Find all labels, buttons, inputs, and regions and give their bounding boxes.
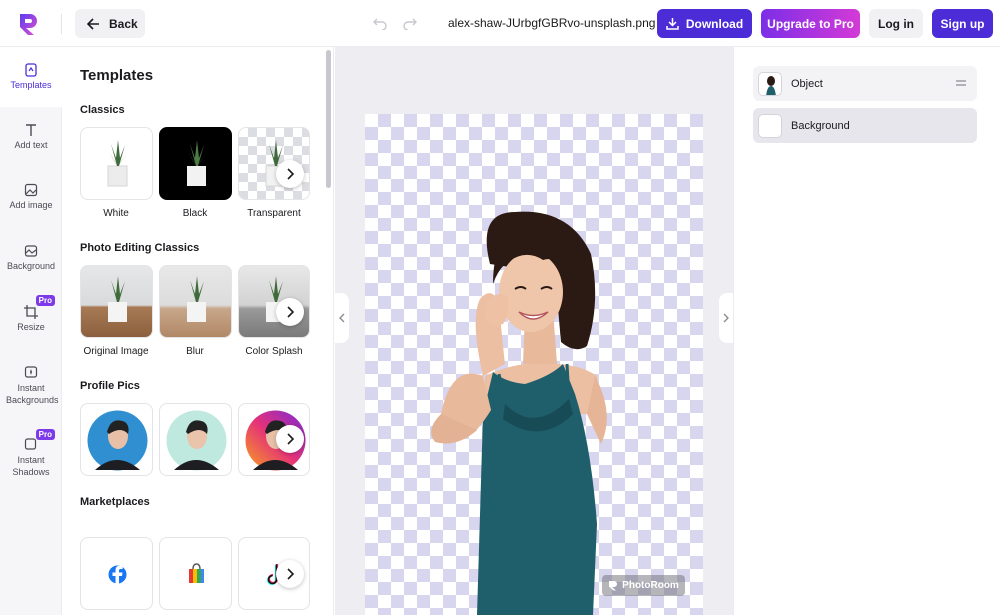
rail-label-background: Background xyxy=(6,261,56,271)
chevron-right-icon xyxy=(287,433,294,445)
collapse-left-panel-button[interactable] xyxy=(335,293,349,343)
layer-background[interactable]: Background xyxy=(753,108,977,143)
profile-thumbnail xyxy=(87,410,148,471)
rail-item-instant-backgrounds[interactable]: Instant Backgrounds xyxy=(0,365,62,406)
section-title-profile-pics: Profile Pics xyxy=(80,380,140,392)
rail-label-instant-shadows: Instant Shadows xyxy=(12,455,50,477)
plant-thumbnail xyxy=(107,140,128,187)
scroll-right-button[interactable] xyxy=(276,560,304,588)
file-name: alex-shaw-JUrbgfGBRvo-unsplash.png xyxy=(448,16,656,30)
tool-rail: Templates Add text Add image Background … xyxy=(0,47,62,615)
text-icon xyxy=(26,124,36,136)
profile-thumbnail xyxy=(166,410,227,471)
crop-icon xyxy=(24,305,38,319)
rail-item-templates[interactable]: Templates xyxy=(0,47,62,107)
image-icon xyxy=(24,183,38,197)
chevron-right-icon xyxy=(287,568,294,580)
back-label: Back xyxy=(109,16,138,31)
object-layer-thumbnail xyxy=(758,71,782,96)
panel-scrollbar[interactable] xyxy=(326,50,331,188)
back-button[interactable]: Back xyxy=(75,9,145,38)
chevron-right-icon xyxy=(723,313,729,323)
template-label: Transparent xyxy=(247,208,301,219)
layer-label: Object xyxy=(791,77,823,90)
top-bar: Back alex-shaw-JUrbgfGBRvo-unsplash.png … xyxy=(0,0,1000,47)
rail-label-resize: Resize xyxy=(17,322,45,332)
rail-item-background[interactable]: Background xyxy=(0,244,62,271)
background-icon xyxy=(24,245,38,257)
photoroom-logo-icon[interactable] xyxy=(14,10,42,38)
rail-label-add-text: Add text xyxy=(14,140,48,150)
plant-thumbnail xyxy=(187,140,206,186)
template-blur[interactable] xyxy=(159,265,232,338)
template-shopping-bag[interactable] xyxy=(159,537,232,610)
rail-item-add-text[interactable]: Add text xyxy=(0,123,62,150)
pro-badge: Pro xyxy=(35,429,55,440)
upgrade-to-pro-button[interactable]: Upgrade to Pro xyxy=(761,9,860,38)
panel-title: Templates xyxy=(80,67,154,84)
layer-label: Background xyxy=(791,119,850,132)
rail-label-instant-backgrounds: Instant Backgrounds xyxy=(6,383,59,405)
download-icon xyxy=(666,18,679,30)
template-facebook[interactable] xyxy=(80,537,153,610)
artboard[interactable] xyxy=(365,114,703,615)
template-label: Black xyxy=(182,208,208,219)
template-label: Original Image xyxy=(83,346,149,357)
layer-object[interactable]: Object xyxy=(753,66,977,101)
template-label: Color Splash xyxy=(245,346,303,357)
rail-item-instant-shadows[interactable]: Pro Instant Shadows xyxy=(0,429,62,478)
divider xyxy=(61,14,62,34)
template-label: White xyxy=(103,208,129,219)
scroll-right-button[interactable] xyxy=(276,160,304,188)
layers-panel: Object Background xyxy=(733,47,1000,615)
watermark-label: PhotoRoom xyxy=(622,580,679,591)
scroll-right-button[interactable] xyxy=(276,298,304,326)
photoroom-watermark: PhotoRoom xyxy=(602,575,685,596)
undo-icon[interactable] xyxy=(373,16,387,30)
section-title-marketplaces: Marketplaces xyxy=(80,496,150,508)
template-original-image[interactable] xyxy=(80,265,153,338)
log-in-button[interactable]: Log in xyxy=(869,9,923,38)
pro-badge: Pro xyxy=(35,295,55,306)
collapse-right-panel-button[interactable] xyxy=(719,293,733,343)
arrow-left-icon xyxy=(87,17,99,30)
templates-panel: Templates Classics White Black Transpare… xyxy=(62,47,334,615)
download-button[interactable]: Download xyxy=(657,9,752,38)
chevron-left-icon xyxy=(339,313,345,323)
redo-icon[interactable] xyxy=(403,16,417,30)
sign-up-button[interactable]: Sign up xyxy=(932,9,993,38)
rail-label-templates: Templates xyxy=(10,80,52,90)
facebook-icon xyxy=(108,565,127,584)
template-profile-mint[interactable] xyxy=(159,403,232,476)
sparkle-icon xyxy=(24,366,38,378)
scroll-right-button[interactable] xyxy=(276,425,304,453)
chevron-right-icon xyxy=(287,306,294,318)
template-label: Blur xyxy=(186,346,204,357)
background-layer-thumbnail xyxy=(758,113,782,138)
section-title-classics: Classics xyxy=(80,104,125,116)
template-profile-blue[interactable] xyxy=(80,403,153,476)
templates-icon xyxy=(25,63,37,77)
drag-handle-icon[interactable] xyxy=(956,80,966,86)
rail-item-resize[interactable]: Pro Resize xyxy=(0,295,62,332)
download-label: Download xyxy=(685,16,744,31)
subject-photo[interactable] xyxy=(365,114,703,615)
rail-label-add-image: Add image xyxy=(9,200,53,210)
chevron-right-icon xyxy=(287,168,294,180)
template-white[interactable] xyxy=(80,127,153,200)
plant-thumbnail xyxy=(108,276,127,322)
section-title-photo-editing: Photo Editing Classics xyxy=(80,242,200,254)
shopping-bag-icon xyxy=(189,563,204,583)
template-black[interactable] xyxy=(159,127,232,200)
plant-thumbnail xyxy=(187,276,206,322)
rail-item-add-image[interactable]: Add image xyxy=(0,183,62,210)
photoroom-logo-icon xyxy=(609,581,618,591)
